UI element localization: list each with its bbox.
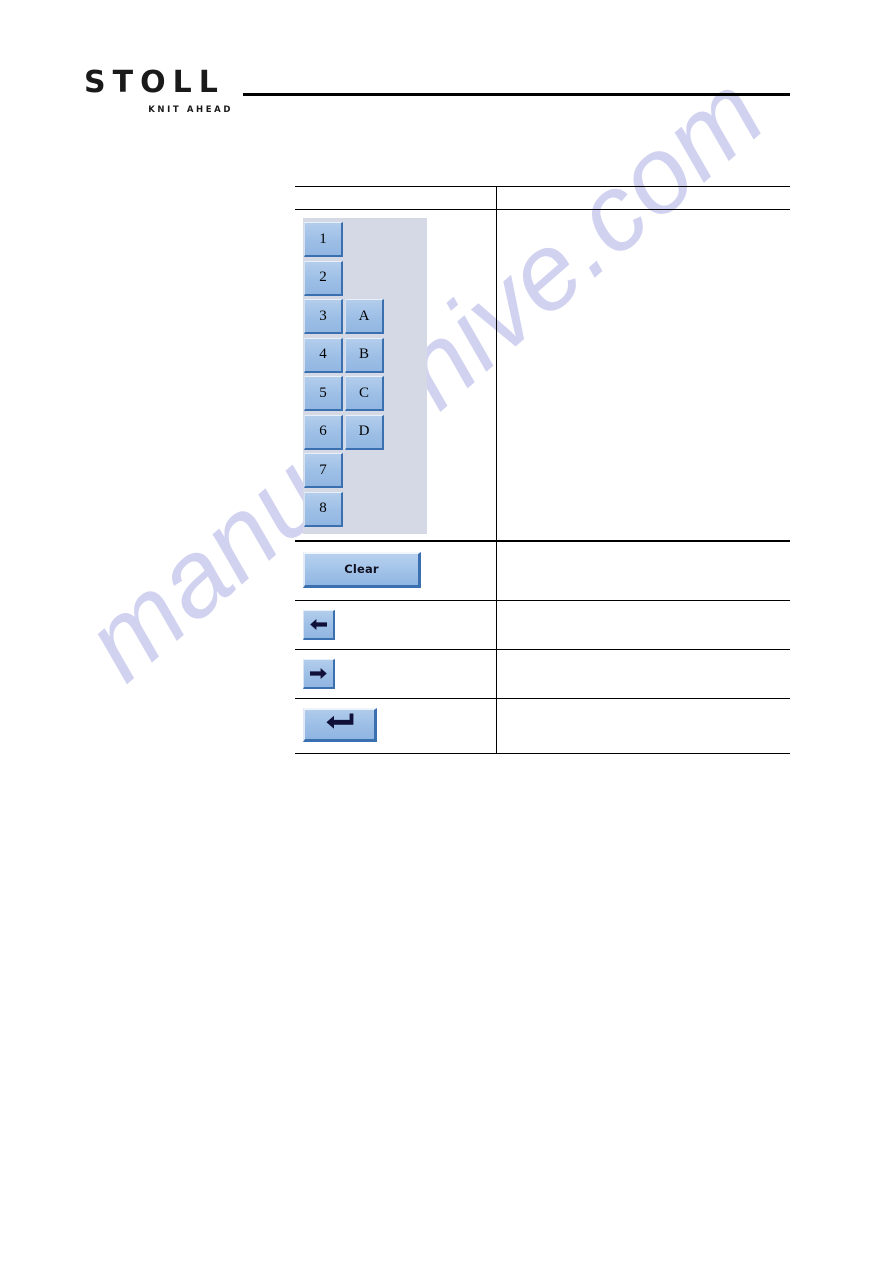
table-header-cell-description xyxy=(496,187,790,209)
column-divider xyxy=(496,210,498,541)
arrow-right-button-wrap xyxy=(295,650,496,698)
row-description xyxy=(496,699,790,753)
table-row xyxy=(295,600,790,649)
key-button-a[interactable]: A xyxy=(345,299,384,335)
enter-button[interactable] xyxy=(303,708,377,743)
table-row: 1 2 3 A 4 B 5 C 6 D 7 8 xyxy=(295,210,790,541)
column-divider xyxy=(496,649,498,698)
keypad-line: 8 xyxy=(303,491,427,531)
key-button-3[interactable]: 3 xyxy=(304,299,343,335)
keypad-line: 1 xyxy=(303,222,427,261)
table-row xyxy=(295,649,790,698)
enter-return-icon xyxy=(325,712,355,737)
arrow-left-icon xyxy=(309,617,328,632)
enter-cell xyxy=(295,699,496,753)
arrow-right-button[interactable] xyxy=(303,658,335,689)
stoll-logo: STOLL KNIT AHEAD xyxy=(84,68,234,115)
table-header-cell-key xyxy=(295,187,496,209)
header-rule xyxy=(243,93,790,96)
key-button-1[interactable]: 1 xyxy=(304,222,343,258)
key-button-2[interactable]: 2 xyxy=(304,260,343,296)
column-divider xyxy=(496,187,498,210)
logo-wordmark: STOLL xyxy=(84,65,225,100)
logo-tagline: KNIT AHEAD xyxy=(148,105,233,115)
keypad-cell: 1 2 3 A 4 B 5 C 6 D 7 8 xyxy=(295,210,496,540)
column-divider xyxy=(496,699,498,754)
keypad-line: 6 D xyxy=(303,414,427,454)
row-description xyxy=(496,210,790,540)
numeric-keypad-panel: 1 2 3 A 4 B 5 C 6 D 7 8 xyxy=(303,218,427,535)
clear-button-wrap: Clear xyxy=(295,542,496,600)
keypad-line: 7 xyxy=(303,453,427,492)
clear-cell: Clear xyxy=(295,542,496,600)
arrow-left-button[interactable] xyxy=(303,609,335,640)
key-button-4[interactable]: 4 xyxy=(304,337,343,373)
column-divider xyxy=(496,600,498,649)
arrow-left-button-wrap xyxy=(295,601,496,649)
keypad-line: 5 C xyxy=(303,376,427,415)
enter-button-wrap xyxy=(295,699,496,753)
row-description xyxy=(496,601,790,649)
row-description xyxy=(496,650,790,698)
key-button-5[interactable]: 5 xyxy=(304,376,343,412)
key-button-6[interactable]: 6 xyxy=(304,414,343,450)
clear-button[interactable]: Clear xyxy=(303,551,421,588)
key-button-c[interactable]: C xyxy=(345,376,384,412)
keypad-line: 3 A xyxy=(303,299,427,338)
page-header: STOLL KNIT AHEAD xyxy=(0,0,893,150)
table-header-row xyxy=(295,187,790,210)
arrow-right-icon xyxy=(309,666,328,681)
row-description xyxy=(496,542,790,600)
key-function-table: 1 2 3 A 4 B 5 C 6 D 7 8 Clear xyxy=(295,186,790,755)
keypad-line: 2 xyxy=(303,260,427,300)
key-button-8[interactable]: 8 xyxy=(304,491,343,527)
arrow-right-cell xyxy=(295,650,496,698)
table-bottom-rule xyxy=(295,753,790,755)
table-row xyxy=(295,699,790,754)
arrow-left-cell xyxy=(295,601,496,649)
keypad-grid: 1 2 3 A 4 B 5 C 6 D 7 8 xyxy=(303,222,427,530)
key-button-d[interactable]: D xyxy=(345,414,384,450)
key-button-b[interactable]: B xyxy=(345,337,384,373)
table-row: Clear xyxy=(295,541,790,600)
keypad-line: 4 B xyxy=(303,337,427,377)
key-button-7[interactable]: 7 xyxy=(304,453,343,489)
column-divider xyxy=(496,541,498,600)
